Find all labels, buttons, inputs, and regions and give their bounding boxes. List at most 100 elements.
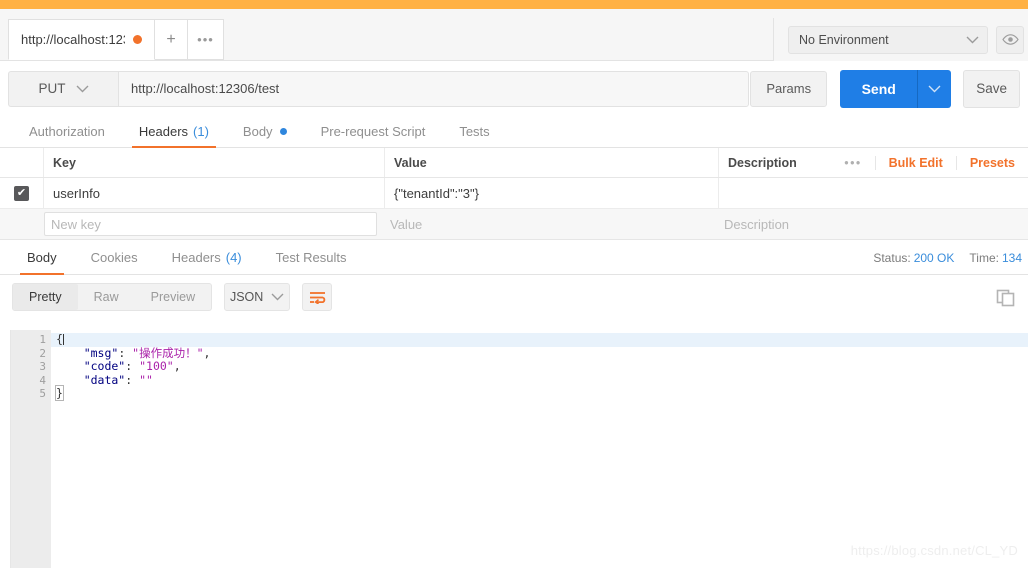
comma: ,	[173, 359, 181, 374]
postman-window: http://localhost:123 + ••• No Environmen…	[0, 0, 1028, 568]
code-line-2: "msg": "操作成功！",	[51, 345, 1028, 361]
send-label: Send	[861, 80, 896, 97]
tab-headers-count: (1)	[193, 124, 209, 139]
row-key[interactable]: userInfo	[44, 178, 385, 208]
table-row[interactable]: ✔ userInfo {"tenantId":"3"}	[0, 178, 1028, 209]
plus-icon: +	[166, 30, 176, 48]
headers-table-header: Key Value Description ••• Bulk Edit Pres…	[0, 148, 1028, 178]
new-value-input[interactable]: Value	[381, 209, 715, 239]
tab-authorization-label: Authorization	[29, 124, 105, 139]
environment-selected-label: No Environment	[799, 32, 889, 47]
request-tab-bar: http://localhost:123 + ••• No Environmen…	[0, 9, 1028, 61]
environment-quick-look-button[interactable]	[996, 25, 1024, 54]
response-tab-headers-label: Headers	[171, 249, 221, 265]
unsaved-dot-icon	[133, 35, 142, 44]
headers-new-row: New key Value Description	[0, 209, 1028, 240]
code-line-4: "data": ""	[51, 372, 1028, 388]
tab-headers-label: Headers	[138, 124, 189, 139]
editor-gutter: 1 2 3 4 5	[11, 330, 59, 568]
copy-response-button[interactable]	[992, 284, 1020, 310]
json-key-msg: "msg"	[56, 345, 119, 360]
wrap-lines-icon	[309, 291, 325, 304]
row-checkbox[interactable]: ✔	[14, 185, 29, 201]
environment-selector[interactable]: No Environment	[788, 25, 988, 54]
response-tab-cookies-label: Cookies	[90, 249, 138, 265]
tab-tests[interactable]: Tests	[442, 116, 506, 147]
http-method-label: PUT	[38, 81, 66, 96]
request-tab-label: http://localhost:123	[21, 32, 125, 47]
presets-link[interactable]: Presets	[955, 156, 1028, 170]
url-text: http://localhost:12306/test	[131, 81, 280, 96]
response-body-editor[interactable]: 1 2 3 4 5 { "msg": "操作成功！", "code": "100…	[10, 330, 1028, 568]
line-number: 2	[39, 346, 46, 360]
editor-code[interactable]: { "msg": "操作成功！", "code": "100", "data":…	[51, 330, 1028, 568]
row-value[interactable]: {"tenantId":"3"}	[385, 178, 719, 208]
colon: :	[125, 372, 140, 387]
response-section-tabs: Body Cookies Headers (4) Test Results St…	[0, 240, 1028, 275]
bulk-edit-link[interactable]: Bulk Edit	[874, 156, 956, 170]
response-tab-headers-count: (4)	[225, 249, 242, 265]
view-pretty[interactable]: Pretty	[13, 284, 78, 310]
response-tab-cookies[interactable]: Cookies	[74, 240, 155, 274]
editor-left-margin	[0, 330, 10, 568]
time-badge: Time: 134	[969, 251, 1022, 265]
column-key: Key	[44, 148, 385, 177]
code-line-1: {	[51, 332, 1028, 347]
json-value-code: "100"	[139, 359, 174, 374]
response-format-selector[interactable]: JSON	[224, 283, 291, 311]
url-input[interactable]: http://localhost:12306/test	[118, 70, 750, 107]
request-tab-active[interactable]: http://localhost:123	[8, 19, 155, 60]
new-key-cell: New key	[40, 212, 381, 236]
tab-body-label: Body	[242, 124, 273, 139]
headers-table: Key Value Description ••• Bulk Edit Pres…	[0, 148, 1028, 240]
view-raw[interactable]: Raw	[78, 284, 135, 310]
params-button[interactable]: Params	[750, 70, 828, 107]
line-number: 5	[39, 387, 46, 401]
tab-pre-request-script[interactable]: Pre-request Script	[304, 116, 443, 147]
chevron-down-icon	[76, 85, 88, 92]
chevron-down-glyph	[966, 36, 979, 43]
view-preview[interactable]: Preview	[135, 284, 211, 310]
watermark: https://blog.csdn.net/CL_YD	[850, 543, 1018, 558]
new-tab-button[interactable]: +	[155, 19, 188, 60]
response-tab-test-results-label: Test Results	[275, 249, 347, 265]
response-tab-headers[interactable]: Headers (4)	[155, 240, 259, 274]
response-tab-test-results[interactable]: Test Results	[259, 240, 364, 274]
response-format-label: JSON	[229, 290, 264, 304]
response-meta: Status: 200 OK Time: 134	[873, 240, 1022, 275]
time-value: 134	[1001, 250, 1022, 265]
line-number[interactable]: 1	[11, 333, 59, 347]
chevron-down-icon	[271, 293, 284, 301]
headers-more-icon[interactable]: •••	[831, 156, 874, 170]
line-number: 3	[39, 360, 46, 374]
http-method-selector[interactable]: PUT	[8, 70, 118, 107]
response-view-switch: Pretty Raw Preview	[12, 283, 213, 311]
tab-headers[interactable]: Headers (1)	[122, 116, 226, 148]
ellipsis-icon: •••	[197, 32, 214, 47]
json-value-data: ""	[139, 372, 153, 387]
tab-tests-label: Tests	[459, 124, 490, 139]
row-description[interactable]	[719, 178, 1028, 208]
code-line-3: "code": "100",	[51, 359, 1028, 374]
response-tab-body[interactable]: Body	[10, 240, 74, 275]
environment-zone: No Environment	[773, 18, 1028, 61]
json-value-msg: "操作成功！"	[132, 345, 204, 360]
eye-icon	[1001, 34, 1019, 45]
new-description-input[interactable]: Description	[715, 209, 1028, 239]
send-button[interactable]: Send	[840, 69, 918, 108]
row-checkbox-cell: ✔	[0, 178, 44, 208]
tab-authorization[interactable]: Authorization	[12, 116, 122, 147]
code-line-5: }	[51, 385, 1028, 402]
tab-body[interactable]: Body	[226, 116, 304, 147]
header-checkbox-column	[0, 148, 44, 177]
save-button[interactable]: Save	[963, 69, 1020, 108]
new-row-checkbox-cell	[0, 209, 44, 239]
send-options-button[interactable]	[917, 69, 952, 108]
request-url-row: PUT http://localhost:12306/test Params S…	[0, 61, 1028, 116]
response-body-toolbar: Pretty Raw Preview JSON	[0, 275, 1028, 319]
time-label: Time:	[969, 250, 999, 265]
new-key-input[interactable]: New key	[44, 212, 377, 236]
send-button-group: Send	[840, 69, 952, 108]
wrap-lines-button[interactable]	[302, 283, 333, 311]
tab-options-button[interactable]: •••	[188, 19, 224, 60]
